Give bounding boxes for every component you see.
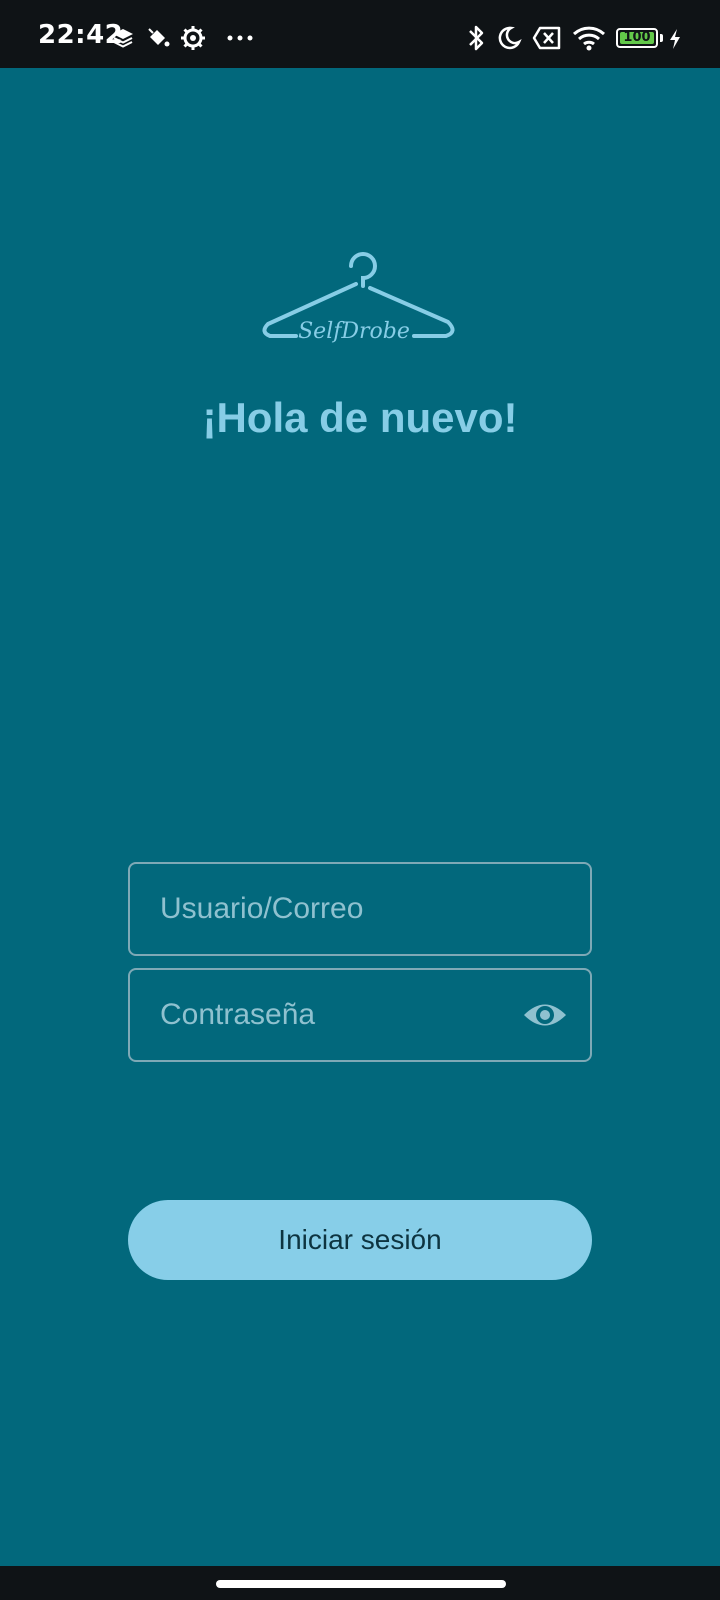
charging-bolt-icon (670, 29, 680, 49)
battery-level: 100 (620, 31, 654, 44)
sim-off-icon (532, 26, 561, 50)
password-input[interactable] (160, 970, 540, 1060)
status-time: 22:42 (38, 20, 124, 50)
hanger-icon: SelfDrobe (262, 252, 455, 344)
wifi-icon (572, 26, 606, 51)
greeting-title: ¡Hola de nuevo! (202, 394, 518, 441)
status-bar: 22:42 100 (0, 0, 720, 68)
login-screen: 22:42 100 SelfDrobe ¡Hola de nuevo! Usua… (0, 0, 720, 1600)
username-field[interactable] (128, 862, 592, 956)
more-dots-icon (227, 35, 253, 41)
home-indicator[interactable] (216, 1580, 506, 1588)
battery-tip (660, 34, 663, 42)
eye-icon[interactable] (522, 998, 568, 1032)
battery-icon: 100 (616, 28, 658, 48)
layers-icon (113, 29, 133, 48)
moon-icon (498, 26, 522, 50)
bluetooth-icon (469, 25, 484, 51)
logo-text: SelfDrobe (298, 319, 410, 344)
login-button[interactable]: Iniciar sesión (128, 1200, 592, 1280)
username-input[interactable] (160, 864, 540, 954)
password-field[interactable] (128, 968, 592, 1062)
paint-bucket-icon (148, 28, 170, 47)
settings-gear-icon (181, 26, 205, 50)
